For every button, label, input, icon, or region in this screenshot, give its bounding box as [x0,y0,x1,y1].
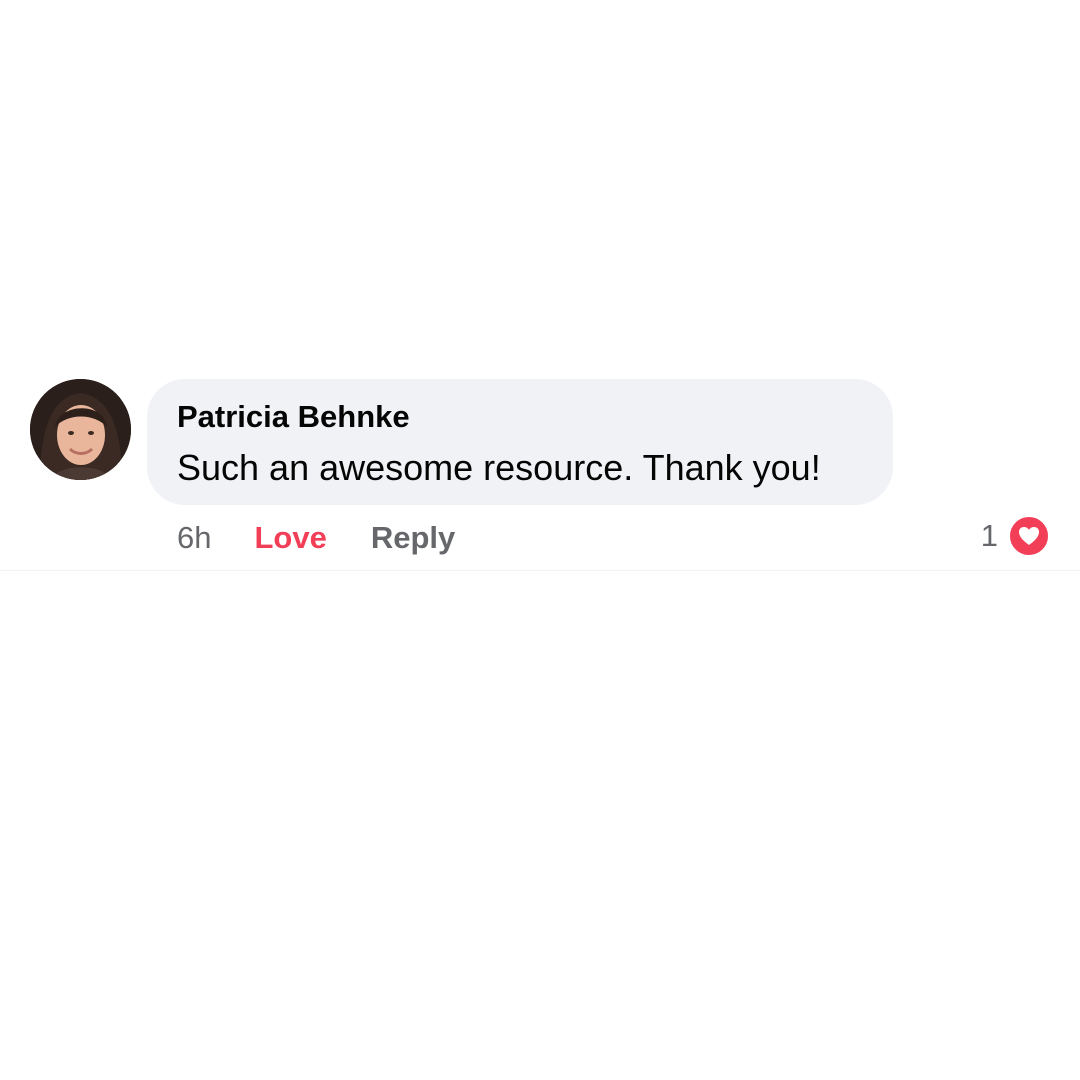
comment-author[interactable]: Patricia Behnke [177,399,410,435]
heart-icon [1008,515,1050,557]
comment: Patricia Behnke Such an awesome resource… [0,0,1080,1080]
reaction-summary[interactable]: 1 [981,515,1050,557]
comment-time[interactable]: 6h [177,520,211,556]
love-button[interactable]: Love [254,520,326,556]
comment-bubble: Patricia Behnke Such an awesome resource… [147,379,893,505]
reply-button[interactable]: Reply [371,520,455,556]
reaction-count: 1 [980,518,998,553]
comment-actions: 6h Love Reply [177,518,455,558]
divider [0,570,1080,571]
heart-icon-shape [1019,527,1039,545]
avatar[interactable] [30,379,131,480]
avatar-photo [30,379,131,480]
comment-text: Such an awesome resource. Thank you! [177,447,821,488]
